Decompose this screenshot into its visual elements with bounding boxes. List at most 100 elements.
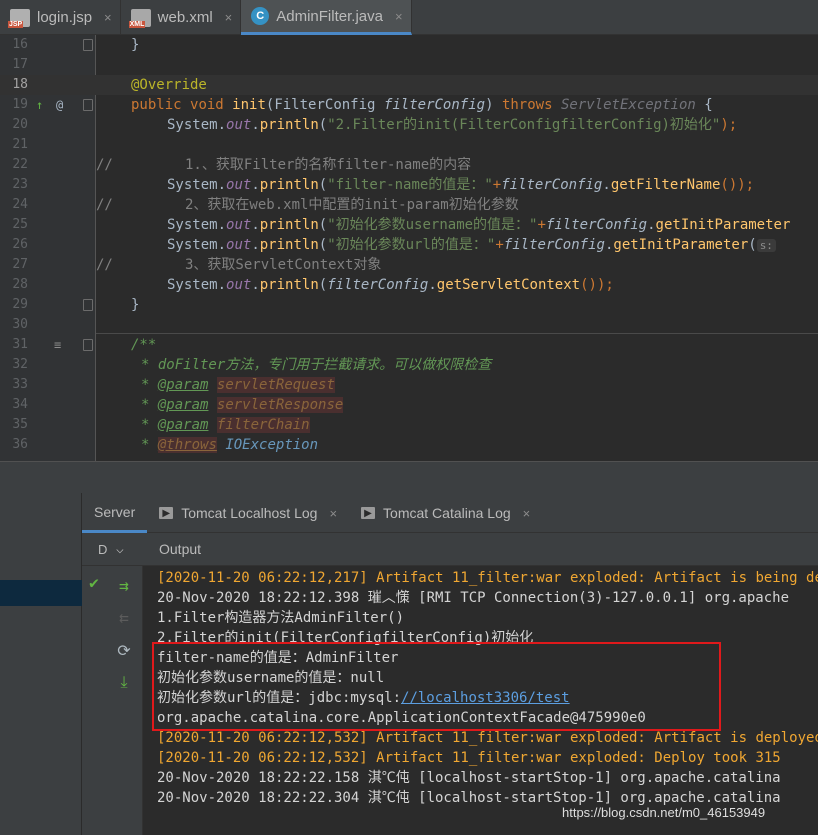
at-annotation-icon[interactable]: @	[56, 95, 63, 115]
deployment-label[interactable]: D	[98, 533, 107, 566]
console-line: [2020-11-20 06:22:12,532] Artifact 11_fi…	[157, 730, 818, 746]
code-line-current: 18 @Override	[0, 75, 818, 95]
highlight-box	[152, 642, 721, 731]
panel-splitter[interactable]	[0, 461, 818, 493]
line-number: 27	[12, 257, 28, 272]
output-header: D ⌵ Output	[82, 533, 818, 566]
console-line: 20-Nov-2020 18:22:12.398 璀︿憡 [RMI TCP Co…	[157, 590, 790, 606]
doc-comment: * @param servletResponse	[141, 397, 344, 413]
comment-text: 1.、获取Filter的名称filter-name的内容	[185, 157, 472, 173]
tab-server[interactable]: Server	[82, 493, 148, 533]
line-number: 19	[12, 97, 28, 112]
jsp-file-icon: JSP	[8, 8, 30, 28]
doc-render-icon[interactable]: ≡	[54, 335, 61, 355]
comment-text: 3、获取ServletContext对象	[185, 257, 382, 273]
line-number: 29	[12, 297, 28, 312]
log-file-icon: ▶	[361, 507, 376, 519]
code-line: 31 ≡ /**	[0, 335, 818, 355]
comment-marker: //	[96, 157, 113, 173]
line-number: 25	[12, 217, 28, 232]
code-line: 34 * @param servletResponse	[0, 395, 818, 415]
line-number: 23	[12, 177, 28, 192]
fold-marker-icon[interactable]	[83, 339, 93, 351]
fold-marker-icon[interactable]	[83, 299, 93, 311]
code-line: 28 System.out.println(filterConfig.getSe…	[0, 275, 818, 295]
watermark: https://blog.csdn.net/m0_46153949	[562, 805, 766, 820]
line-number: 20	[12, 117, 28, 132]
doc-comment: * @param servletRequest	[141, 377, 335, 393]
line-number: 26	[12, 237, 28, 252]
code-line: 24 // 2、获取在web.xml中配置的init-param初始化参数	[0, 195, 818, 215]
tab-label: login.jsp	[37, 9, 93, 26]
close-icon[interactable]: ×	[395, 9, 403, 24]
code-text: }	[131, 297, 140, 313]
tab-label: Tomcat Catalina Log	[383, 505, 511, 521]
override-arrow-icon[interactable]: ↑	[36, 95, 43, 115]
close-icon[interactable]: ×	[523, 506, 531, 521]
code-line: 36 * @throws IOException	[0, 435, 818, 455]
tab-label: web.xml	[157, 9, 213, 26]
console-line: [2020-11-20 06:22:12,217] Artifact 11_fi…	[157, 570, 818, 586]
line-number: 18	[12, 77, 28, 92]
code-line: 17	[0, 55, 818, 75]
close-icon[interactable]: ×	[104, 10, 112, 25]
line-number: 24	[12, 197, 28, 212]
line-number: 30	[12, 317, 28, 332]
code-line: 26 System.out.println("初始化参数url的值是："+fil…	[0, 235, 818, 255]
line-number: 33	[12, 377, 28, 392]
code-text: }	[131, 37, 140, 53]
console-line: 20-Nov-2020 18:22:22.158 淇℃伅 [localhost-…	[157, 770, 781, 786]
console-line: [2020-11-20 06:22:12,532] Artifact 11_fi…	[157, 750, 781, 766]
xml-file-icon: XML	[128, 8, 151, 28]
tab-label: AdminFilter.java	[276, 7, 383, 25]
code-text: System.out.println("初始化参数url的值是："+filter…	[167, 235, 776, 256]
tab-web-xml[interactable]: XML web.xml ×	[121, 0, 242, 35]
services-tree-panel	[0, 493, 82, 835]
doc-comment: * doFilter方法，专门用于拦截请求。可以做权限检查	[141, 357, 492, 373]
java-class-icon: C	[251, 7, 270, 25]
comment-text: 2、获取在web.xml中配置的init-param初始化参数	[185, 197, 519, 213]
line-number: 35	[12, 417, 28, 432]
fold-marker-icon[interactable]	[83, 39, 93, 51]
code-text: System.out.println("filter-name的值是："+fil…	[167, 177, 755, 193]
code-line: 19 ↑ @ public void init(FilterConfig fil…	[0, 95, 818, 115]
doc-comment: * @throws IOException	[141, 437, 319, 453]
code-line: 20 System.out.println("2.Filter的init(Fil…	[0, 115, 818, 135]
close-icon[interactable]: ×	[225, 10, 233, 25]
code-text: System.out.println("初始化参数username的值是："+f…	[167, 217, 791, 233]
checkmark-icon[interactable]: ✔	[83, 571, 105, 593]
log-file-icon: ▶	[159, 507, 174, 519]
refresh-icon[interactable]: ⟳	[113, 639, 135, 661]
code-editor[interactable]: 16 } 17 18 @Override 19 ↑ @ public void …	[0, 35, 818, 461]
code-line: 33 * @param servletRequest	[0, 375, 818, 395]
close-icon[interactable]: ×	[329, 506, 337, 521]
server-log-tabs: Server ▶ Tomcat Localhost Log × ▶ Tomcat…	[82, 493, 818, 533]
method-separator	[96, 333, 818, 334]
fold-marker-icon[interactable]	[83, 99, 93, 111]
line-number: 28	[12, 277, 28, 292]
services-tree-selected-row[interactable]	[0, 580, 82, 606]
tab-label: Server	[94, 503, 136, 520]
console-toolbar: ✔ ⇉ ⇇ ⟳ ⤓	[82, 566, 143, 835]
code-line: 25 System.out.println("初始化参数username的值是：…	[0, 215, 818, 235]
code-text: public void init(FilterConfig filterConf…	[131, 97, 713, 113]
code-line: 23 System.out.println("filter-name的值是："+…	[0, 175, 818, 195]
tab-tomcat-catalina-log[interactable]: ▶ Tomcat Catalina Log ×	[349, 493, 542, 533]
code-line: 30	[0, 315, 818, 335]
code-line: 16 }	[0, 35, 818, 55]
doc-comment: /**	[131, 337, 157, 353]
comment-marker: //	[96, 257, 113, 273]
code-line: 21	[0, 135, 818, 155]
console-line: 1.Filter构造器方法AdminFilter()	[157, 610, 405, 626]
chevron-down-icon[interactable]: ⌵	[116, 533, 124, 566]
deploy-icon[interactable]: ⇉	[113, 574, 135, 596]
code-line: 32 * doFilter方法，专门用于拦截请求。可以做权限检查	[0, 355, 818, 375]
tab-admin-filter-java[interactable]: C AdminFilter.java ×	[241, 0, 412, 35]
download-icon[interactable]: ⤓	[113, 671, 135, 693]
tab-tomcat-localhost-log[interactable]: ▶ Tomcat Localhost Log ×	[147, 493, 349, 533]
line-number: 16	[12, 37, 28, 52]
annotation-text: @Override	[131, 77, 207, 93]
code-line: 29 }	[0, 295, 818, 315]
tab-login-jsp[interactable]: JSP login.jsp ×	[0, 0, 121, 35]
undeploy-icon[interactable]: ⇇	[113, 606, 135, 628]
